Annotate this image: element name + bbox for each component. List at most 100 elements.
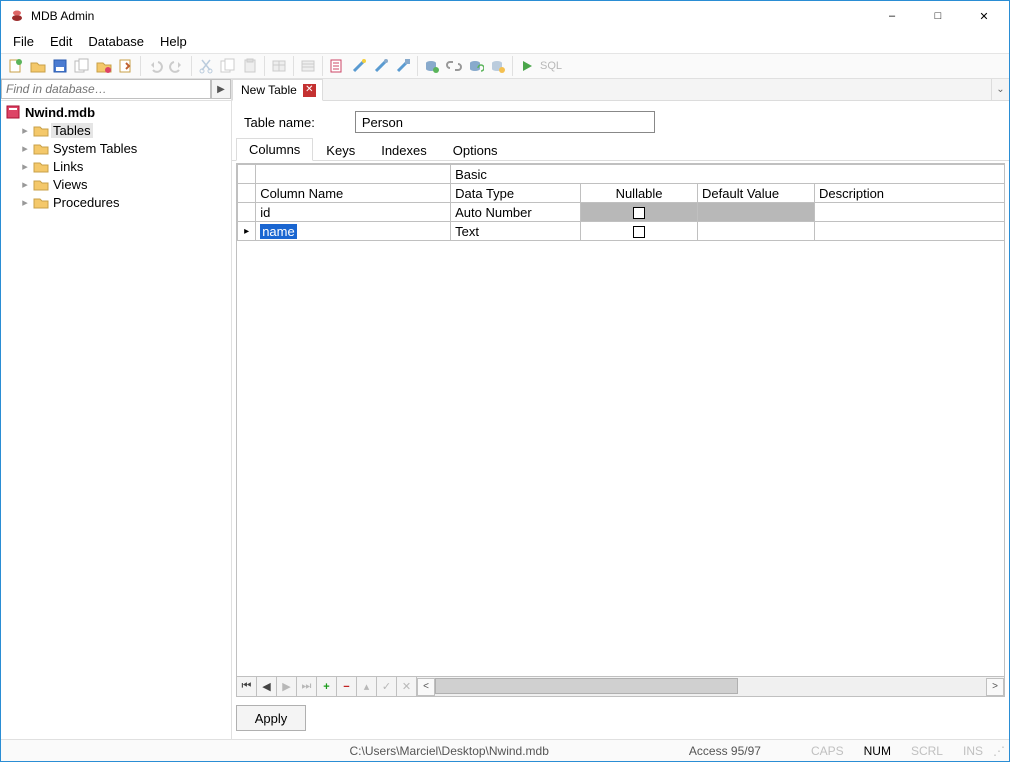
menu-help[interactable]: Help — [152, 32, 195, 51]
resize-grip-icon[interactable]: ⋰ — [993, 744, 1009, 758]
tree-root[interactable]: Nwind.mdb — [1, 103, 231, 121]
nav-prev-icon[interactable]: ◀ — [257, 677, 277, 696]
tree-node-views[interactable]: ▸ Views — [1, 175, 231, 193]
window-title: MDB Admin — [31, 9, 94, 23]
close-button[interactable]: ✕ — [961, 2, 1007, 30]
status-scrl: SCRL — [901, 744, 953, 758]
new-icon[interactable] — [5, 55, 27, 77]
nav-last-icon[interactable]: ⏭ — [297, 677, 317, 696]
expand-icon[interactable]: ▸ — [19, 178, 31, 191]
subtab-options[interactable]: Options — [440, 139, 511, 161]
nav-edit-icon[interactable]: ▴ — [357, 677, 377, 696]
grid-hscroll[interactable]: < > — [417, 677, 1004, 696]
tree-node-procedures[interactable]: ▸ Procedures — [1, 193, 231, 211]
folder-icon — [33, 176, 49, 192]
wand3-icon[interactable] — [392, 55, 414, 77]
hdr-nullable[interactable]: Nullable — [581, 184, 698, 203]
expand-icon[interactable]: ▸ — [19, 196, 31, 209]
db-gear-icon[interactable] — [487, 55, 509, 77]
grid-navigator: ⏮ ◀ ▶ ⏭ + − ▴ ✓ ✕ < > — [236, 677, 1005, 697]
nav-cancel-icon[interactable]: ✕ — [397, 677, 417, 696]
status-ins: INS — [953, 744, 993, 758]
paste-icon[interactable] — [239, 55, 261, 77]
open-icon[interactable] — [27, 55, 49, 77]
expand-icon[interactable]: ▸ — [19, 142, 31, 155]
status-path: C:\Users\Marciel\Desktop\Nwind.mdb — [340, 744, 559, 758]
tab-bar: New Table ✕ ⌄ — [232, 79, 1009, 101]
export-icon[interactable] — [115, 55, 137, 77]
table-row[interactable]: id Auto Number — [238, 203, 1006, 222]
run-icon[interactable] — [516, 55, 538, 77]
hdr-column-name[interactable]: Column Name — [256, 184, 451, 203]
nav-next-icon[interactable]: ▶ — [277, 677, 297, 696]
hdr-description[interactable]: Description — [815, 184, 1005, 203]
table-name-row: Table name: — [232, 101, 1009, 139]
app-icon — [9, 7, 25, 26]
columns-grid[interactable]: Basic Text Column Name Data Type Nullabl… — [236, 163, 1005, 677]
folder-icon — [33, 194, 49, 210]
copy-db-icon[interactable] — [71, 55, 93, 77]
sql-label: SQL — [540, 60, 562, 72]
db-add-icon[interactable] — [421, 55, 443, 77]
cell-name[interactable]: name — [256, 222, 451, 241]
scroll-right-icon[interactable]: > — [986, 678, 1004, 696]
cell-name[interactable]: id — [256, 203, 451, 222]
status-engine: Access 95/97 — [679, 744, 771, 758]
hdr-default[interactable]: Default Value — [698, 184, 815, 203]
minimize-button[interactable]: – — [869, 2, 915, 30]
nav-delete-icon[interactable]: − — [337, 677, 357, 696]
menu-database[interactable]: Database — [80, 32, 152, 51]
save-icon[interactable] — [49, 55, 71, 77]
subtab-columns[interactable]: Columns — [236, 138, 313, 161]
nav-first-icon[interactable]: ⏮ — [237, 677, 257, 696]
tab-new-table[interactable]: New Table ✕ — [232, 79, 323, 101]
menu-file[interactable]: File — [5, 32, 42, 51]
cell-type[interactable]: Text — [451, 222, 581, 241]
table-icon[interactable] — [268, 55, 290, 77]
tree-node-links[interactable]: ▸ Links — [1, 157, 231, 175]
undo-icon[interactable] — [144, 55, 166, 77]
cell-nullable[interactable] — [581, 203, 698, 222]
apply-button[interactable]: Apply — [236, 705, 306, 731]
wand2-icon[interactable] — [370, 55, 392, 77]
row-indicator-icon: ▸ — [238, 222, 256, 241]
folder-icon — [33, 140, 49, 156]
scroll-thumb[interactable] — [435, 678, 738, 694]
db-refresh-icon[interactable] — [465, 55, 487, 77]
cell-default[interactable] — [698, 222, 815, 241]
tree-node-systables[interactable]: ▸ System Tables — [1, 139, 231, 157]
link-icon[interactable] — [443, 55, 465, 77]
search-input[interactable] — [1, 79, 211, 99]
nav-add-icon[interactable]: + — [317, 677, 337, 696]
cell-default[interactable] — [698, 203, 815, 222]
subtab-keys[interactable]: Keys — [313, 139, 368, 161]
expand-icon[interactable]: ▸ — [19, 124, 31, 137]
folder-db-icon[interactable] — [93, 55, 115, 77]
subtab-indexes[interactable]: Indexes — [368, 139, 440, 161]
table-row[interactable]: ▸ name Text — [238, 222, 1006, 241]
db-tree[interactable]: Nwind.mdb ▸ Tables ▸ System Tables ▸ Lin… — [1, 101, 231, 739]
redo-icon[interactable] — [166, 55, 188, 77]
wand1-icon[interactable] — [348, 55, 370, 77]
search-go-button[interactable]: ▶ — [211, 79, 231, 99]
tab-overflow-button[interactable]: ⌄ — [991, 79, 1009, 100]
menu-edit[interactable]: Edit — [42, 32, 80, 51]
cut-icon[interactable] — [195, 55, 217, 77]
table-name-label: Table name: — [244, 115, 315, 130]
tree-node-tables[interactable]: ▸ Tables — [1, 121, 231, 139]
cell-desc[interactable] — [815, 222, 1005, 241]
cell-type[interactable]: Auto Number — [451, 203, 581, 222]
maximize-button[interactable]: □ — [915, 2, 961, 30]
scroll-left-icon[interactable]: < — [417, 678, 435, 696]
status-caps: CAPS — [801, 744, 854, 758]
expand-icon[interactable]: ▸ — [19, 160, 31, 173]
copy-icon[interactable] — [217, 55, 239, 77]
cell-desc[interactable] — [815, 203, 1005, 222]
script-icon[interactable] — [326, 55, 348, 77]
nav-post-icon[interactable]: ✓ — [377, 677, 397, 696]
table-name-input[interactable] — [355, 111, 655, 133]
tab-close-icon[interactable]: ✕ — [303, 84, 316, 97]
hdr-data-type[interactable]: Data Type — [451, 184, 581, 203]
grid-icon[interactable] — [297, 55, 319, 77]
cell-nullable[interactable] — [581, 222, 698, 241]
